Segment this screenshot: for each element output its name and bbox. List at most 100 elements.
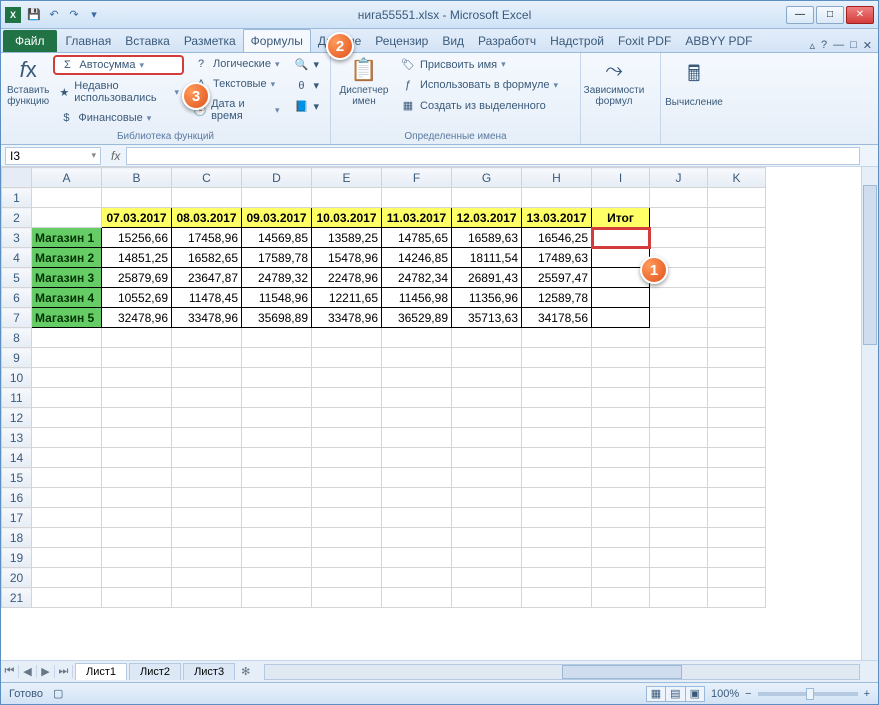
- cell[interactable]: [522, 548, 592, 568]
- ribbon-tab[interactable]: Главная: [59, 30, 119, 52]
- cell[interactable]: 15256,66: [102, 228, 172, 248]
- cell[interactable]: 14569,85: [242, 228, 312, 248]
- cell[interactable]: 11548,96: [242, 288, 312, 308]
- cell[interactable]: [172, 568, 242, 588]
- cell[interactable]: [382, 348, 452, 368]
- cell[interactable]: [312, 508, 382, 528]
- row-header[interactable]: 1: [2, 188, 32, 208]
- cell[interactable]: [242, 508, 312, 528]
- cell[interactable]: [592, 408, 650, 428]
- cell[interactable]: 17458,96: [172, 228, 242, 248]
- cell[interactable]: [32, 328, 102, 348]
- cell[interactable]: [172, 468, 242, 488]
- cell[interactable]: [32, 588, 102, 608]
- cell[interactable]: [650, 288, 708, 308]
- qat-undo-icon[interactable]: ↶: [45, 6, 63, 24]
- cell[interactable]: 13.03.2017: [522, 208, 592, 228]
- view-layout-icon[interactable]: ▤: [665, 686, 685, 702]
- cell[interactable]: [172, 528, 242, 548]
- row-header[interactable]: 10: [2, 368, 32, 388]
- cell[interactable]: [102, 508, 172, 528]
- cell[interactable]: [382, 408, 452, 428]
- logical-button[interactable]: ?Логические: [188, 55, 284, 73]
- cell-store-label[interactable]: Магазин 1: [32, 228, 102, 248]
- cell[interactable]: [242, 488, 312, 508]
- cell[interactable]: [650, 468, 708, 488]
- cell[interactable]: [312, 188, 382, 208]
- cell[interactable]: [32, 348, 102, 368]
- cell[interactable]: 17589,78: [242, 248, 312, 268]
- column-header[interactable]: I: [592, 168, 650, 188]
- cell[interactable]: [452, 568, 522, 588]
- cell[interactable]: [102, 328, 172, 348]
- cell[interactable]: [650, 488, 708, 508]
- cell[interactable]: [32, 528, 102, 548]
- cell-total[interactable]: [592, 308, 650, 328]
- cell[interactable]: [592, 548, 650, 568]
- cell[interactable]: [452, 408, 522, 428]
- cell[interactable]: [708, 488, 766, 508]
- ribbon-minimize-icon[interactable]: ▵: [809, 39, 815, 52]
- cell[interactable]: 35698,89: [242, 308, 312, 328]
- cell[interactable]: [102, 588, 172, 608]
- cell[interactable]: [522, 568, 592, 588]
- cell[interactable]: [452, 188, 522, 208]
- cell[interactable]: 23647,87: [172, 268, 242, 288]
- sheet-nav-first-icon[interactable]: ⏮: [1, 665, 19, 678]
- row-header[interactable]: 2: [2, 208, 32, 228]
- cell[interactable]: [708, 468, 766, 488]
- cell[interactable]: [242, 548, 312, 568]
- cell[interactable]: 35713,63: [452, 308, 522, 328]
- cell[interactable]: [32, 188, 102, 208]
- cell[interactable]: 12211,65: [312, 288, 382, 308]
- cell[interactable]: [650, 568, 708, 588]
- qat-customize-icon[interactable]: ▾: [85, 6, 103, 24]
- cell[interactable]: 17489,63: [522, 248, 592, 268]
- cell[interactable]: [452, 588, 522, 608]
- cell-total[interactable]: [592, 228, 650, 248]
- cell[interactable]: [172, 328, 242, 348]
- row-header[interactable]: 13: [2, 428, 32, 448]
- cell[interactable]: [522, 428, 592, 448]
- cell[interactable]: [382, 548, 452, 568]
- cell[interactable]: 18111,54: [452, 248, 522, 268]
- cell[interactable]: [592, 328, 650, 348]
- use-in-formula-button[interactable]: ƒИспользовать в формуле: [395, 76, 563, 94]
- zoom-value[interactable]: 100%: [711, 688, 739, 700]
- row-header[interactable]: 20: [2, 568, 32, 588]
- cell[interactable]: 15478,96: [312, 248, 382, 268]
- row-header[interactable]: 11: [2, 388, 32, 408]
- ribbon-tab[interactable]: Разметка: [177, 30, 243, 52]
- sheet-tab-active[interactable]: Лист1: [75, 663, 127, 680]
- cell[interactable]: [242, 528, 312, 548]
- cell[interactable]: [452, 328, 522, 348]
- cell[interactable]: [708, 568, 766, 588]
- cell[interactable]: [382, 368, 452, 388]
- cell[interactable]: 14785,65: [382, 228, 452, 248]
- sheet-tab[interactable]: Лист2: [129, 663, 181, 680]
- cell[interactable]: [32, 408, 102, 428]
- cell[interactable]: [522, 508, 592, 528]
- cell[interactable]: 07.03.2017: [102, 208, 172, 228]
- cell[interactable]: [32, 448, 102, 468]
- cell[interactable]: [382, 468, 452, 488]
- cell[interactable]: [592, 508, 650, 528]
- name-box[interactable]: I3▾: [5, 147, 101, 165]
- cell[interactable]: [650, 188, 708, 208]
- cell[interactable]: [172, 548, 242, 568]
- cell[interactable]: [708, 408, 766, 428]
- column-header[interactable]: E: [312, 168, 382, 188]
- close-button[interactable]: ✕: [846, 6, 874, 24]
- cell[interactable]: [708, 268, 766, 288]
- row-header[interactable]: 14: [2, 448, 32, 468]
- column-header[interactable]: H: [522, 168, 592, 188]
- cell[interactable]: [32, 548, 102, 568]
- cell[interactable]: [452, 368, 522, 388]
- cell[interactable]: [592, 528, 650, 548]
- qat-redo-icon[interactable]: ↷: [65, 6, 83, 24]
- row-header[interactable]: 5: [2, 268, 32, 288]
- ribbon-tab[interactable]: Рецензир: [368, 30, 435, 52]
- horizontal-scrollbar[interactable]: [264, 664, 860, 680]
- cell[interactable]: [708, 588, 766, 608]
- cell[interactable]: [650, 508, 708, 528]
